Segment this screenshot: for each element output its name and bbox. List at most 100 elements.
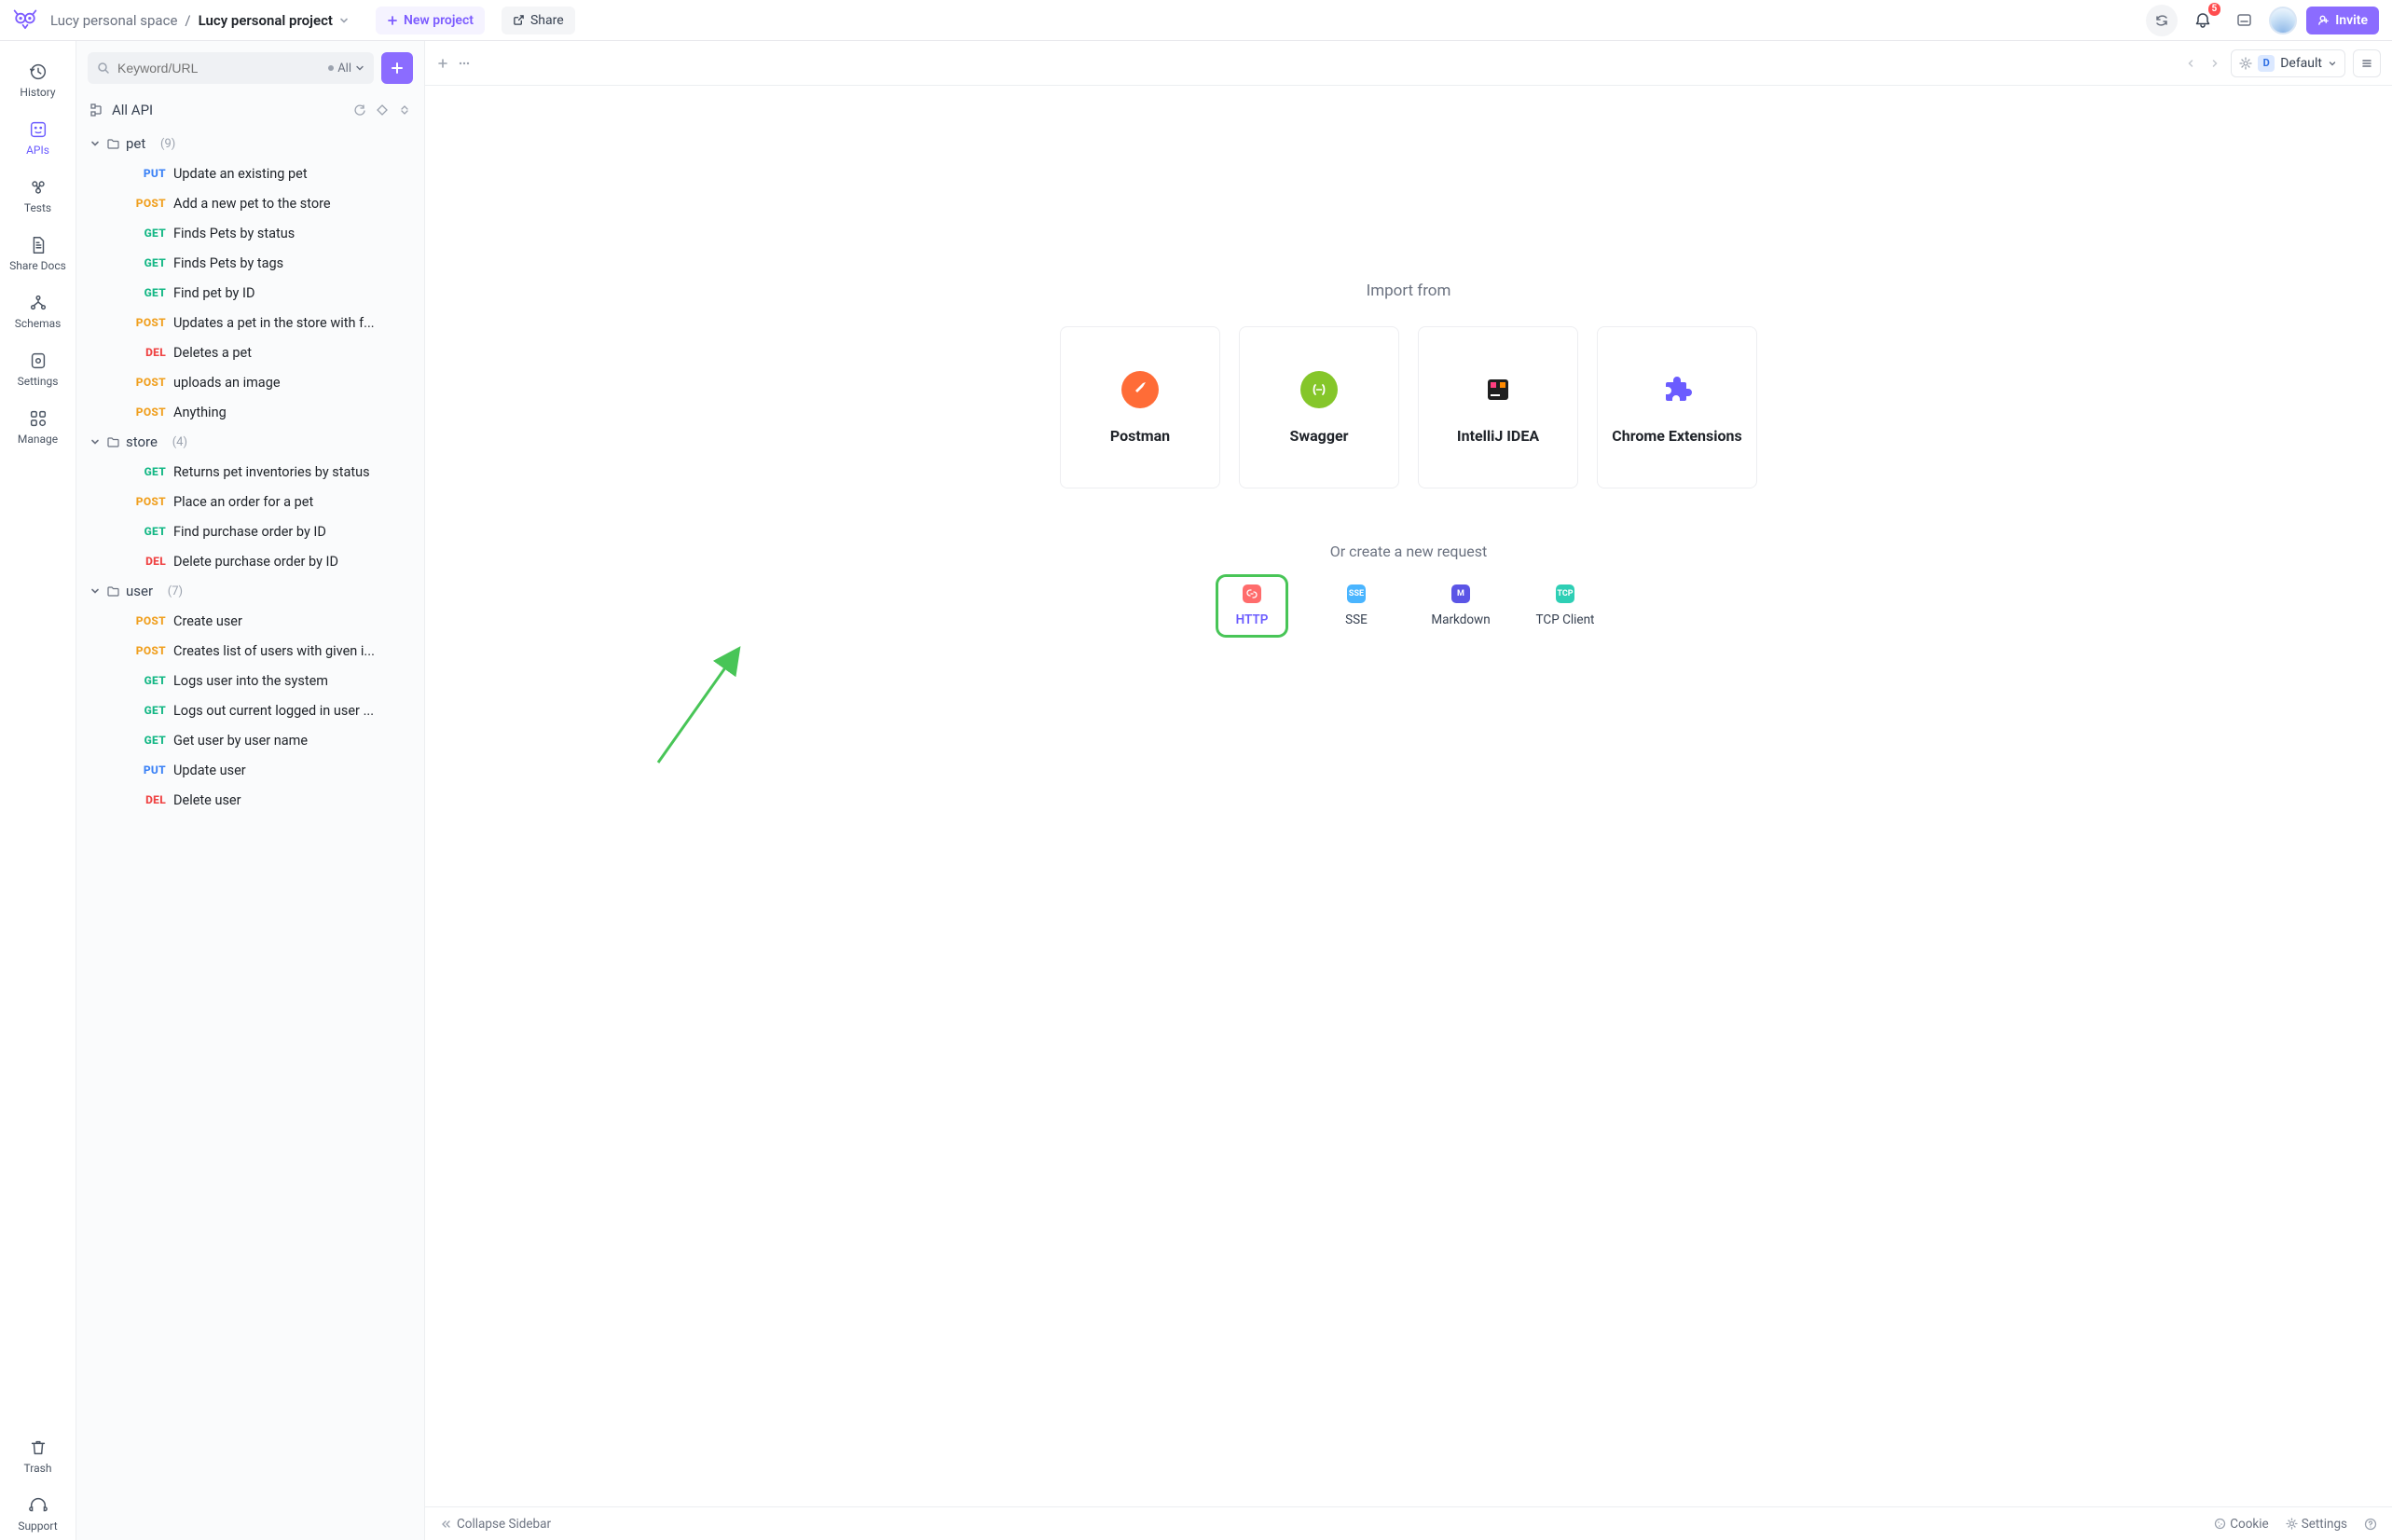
search-filter[interactable]: All [328,62,364,76]
import-postman[interactable]: Postman [1060,326,1220,488]
rail-support[interactable]: Support [0,1488,76,1540]
new-tab-button[interactable] [436,57,449,70]
collapse-all-icon[interactable] [398,103,411,117]
api-tree-title: All API [112,102,153,118]
create-chips: HTTP SSE SSE M Markdown TCP TCP Client [1218,577,1599,635]
api-row[interactable]: GET Find purchase order by ID [76,516,424,546]
http-icon [1243,584,1261,603]
api-row[interactable]: GETGet user by user name [76,725,424,755]
add-button[interactable] [381,52,413,84]
api-row[interactable]: DELDelete purchase order by ID [76,546,424,576]
api-row[interactable]: DELDelete user [76,785,424,815]
manage-icon [28,408,48,429]
create-http[interactable]: HTTP [1218,577,1285,635]
method-badge: DEL [129,793,166,806]
api-row[interactable]: GETLogs out current logged in user ... [76,695,424,725]
collapse-sidebar-button[interactable]: Collapse Sidebar [440,1517,551,1532]
folder-row[interactable]: pet (9) [76,129,424,158]
api-row[interactable]: POST Add a new pet to the store [76,188,424,218]
api-name: Find purchase order by ID [173,524,326,540]
layout-menu-button[interactable] [2353,49,2381,77]
method-badge: POST [129,376,166,389]
share-button[interactable]: Share [502,7,575,34]
footer-cookie[interactable]: Cookie [2214,1517,2268,1532]
api-row[interactable]: GETFind pet by ID [76,278,424,308]
breadcrumb: Lucy personal space / Lucy personal proj… [50,12,350,29]
gear-icon [2286,1518,2298,1530]
create-markdown[interactable]: M Markdown [1427,577,1494,635]
postman-icon [1121,371,1159,408]
method-badge: GET [129,227,166,240]
nav-forward-icon[interactable] [2206,59,2223,68]
new-project-button[interactable]: New project [376,7,485,34]
new-project-label: New project [404,13,474,28]
api-row[interactable]: GETFinds Pets by tags [76,248,424,278]
rail-trash[interactable]: Trash [0,1430,76,1482]
api-name: Add a new pet to the store [173,196,331,212]
locate-icon[interactable] [376,103,389,117]
tab-menu-button[interactable] [457,56,472,71]
folder-row[interactable]: store (4) [76,427,424,457]
folder-count: (4) [172,435,187,449]
api-row[interactable]: GETReturns pet inventories by status [76,457,424,487]
import-chrome-ext[interactable]: Chrome Extensions [1597,326,1757,488]
rail-tests-label: Tests [24,201,51,214]
api-row[interactable]: POSTuploads an image [76,367,424,397]
chevron-down-icon [89,138,101,149]
rail-settings[interactable]: Settings [0,343,76,395]
api-row[interactable]: POSTUpdates a pet in the store with f... [76,308,424,337]
refresh-icon[interactable] [353,103,366,117]
rail-apis[interactable]: APIs [0,112,76,164]
footer-help[interactable] [2364,1518,2377,1531]
chevron-down-icon [2328,59,2337,68]
api-name: Finds Pets by tags [173,255,283,271]
rail-schemas[interactable]: Schemas [0,285,76,337]
avatar[interactable] [2269,7,2297,34]
api-row[interactable]: PUTUpdate user [76,755,424,785]
method-badge: POST [129,197,166,210]
api-row[interactable]: DELDeletes a pet [76,337,424,367]
nav-back-icon[interactable] [2182,59,2199,68]
environment-selector[interactable]: D Default [2231,49,2345,77]
dot-icon [328,65,334,71]
search-box[interactable]: All [88,52,374,84]
api-name: Anything [173,405,227,420]
rail-share-docs[interactable]: Share Docs [0,227,76,280]
rail-manage[interactable]: Manage [0,401,76,453]
create-sse-label: SSE [1345,612,1368,627]
panel-icon[interactable] [2228,5,2260,36]
folder-icon [106,584,120,598]
api-row[interactable]: POSTCreate user [76,606,424,636]
breadcrumb-workspace[interactable]: Lucy personal space [50,12,177,29]
sync-icon[interactable] [2146,5,2178,36]
import-swagger[interactable]: Swagger [1239,326,1399,488]
chevron-down-icon [89,436,101,447]
breadcrumb-project[interactable]: Lucy personal project [199,12,350,29]
chevron-down-icon [355,63,364,73]
intellij-icon [1479,371,1517,408]
invite-button[interactable]: Invite [2306,7,2379,34]
folder-row[interactable]: user (7) [76,576,424,606]
search-input[interactable] [117,61,321,76]
api-row[interactable]: POSTPlace an order for a pet [76,487,424,516]
rail-history[interactable]: History [0,54,76,106]
api-row[interactable]: POSTAnything [76,397,424,427]
api-row[interactable]: GETLogs user into the system [76,666,424,695]
create-tcp[interactable]: TCP TCP Client [1532,577,1599,635]
left-rail: History APIs Tests Share Docs Schemas Se… [0,41,76,1540]
api-name: Create user [173,613,242,629]
method-badge: GET [129,525,166,538]
invite-label: Invite [2335,13,2368,28]
import-intellij[interactable]: IntelliJ IDEA [1418,326,1578,488]
share-icon [513,14,525,26]
api-row[interactable]: GETFinds Pets by status [76,218,424,248]
method-badge: POST [129,316,166,329]
rail-share-docs-label: Share Docs [9,259,66,272]
api-row[interactable]: PUTUpdate an existing pet [76,158,424,188]
import-cards: Postman Swagger IntelliJ IDEA Chrome Ext… [1060,326,1757,488]
api-row[interactable]: POSTCreates list of users with given i..… [76,636,424,666]
rail-tests[interactable]: Tests [0,170,76,222]
notifications-icon[interactable]: 5 [2187,5,2219,36]
create-sse[interactable]: SSE SSE [1323,577,1390,635]
footer-settings[interactable]: Settings [2286,1517,2347,1532]
